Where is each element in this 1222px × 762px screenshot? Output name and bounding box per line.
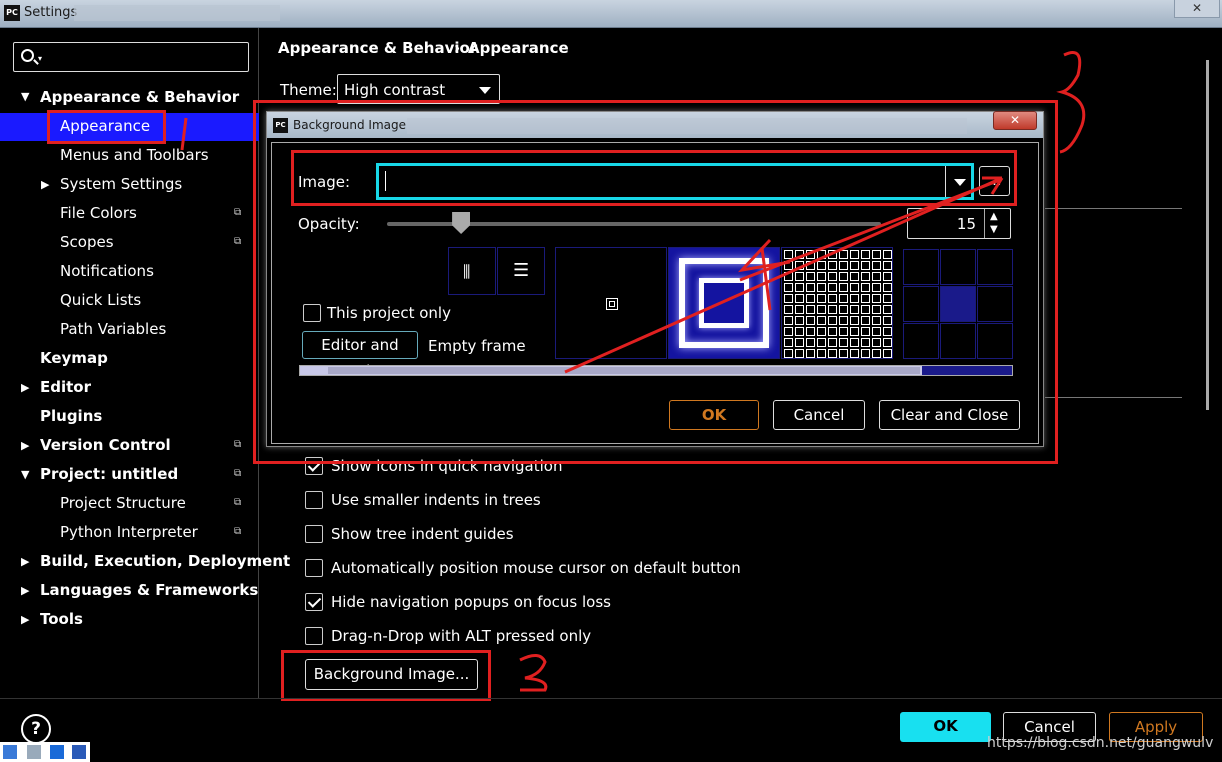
help-button[interactable]: ? bbox=[21, 714, 51, 744]
annotation-stroke bbox=[180, 117, 188, 151]
annotation-arrow-line bbox=[564, 176, 1003, 374]
keyboard-icon[interactable] bbox=[3, 745, 17, 759]
footer-divider bbox=[0, 698, 1222, 699]
annotation-arrow-line bbox=[739, 178, 1001, 282]
taskbar-strip bbox=[0, 742, 90, 762]
grid-icon[interactable] bbox=[72, 745, 86, 759]
annotation-overlay bbox=[180, 51, 1086, 692]
watermark-text: https://blog.csdn.net/guangwulv bbox=[987, 735, 1214, 751]
user-icon[interactable] bbox=[27, 745, 41, 759]
shirt-icon[interactable] bbox=[50, 745, 64, 759]
ok-button[interactable]: OK bbox=[900, 712, 991, 742]
annotation-stroke bbox=[519, 654, 548, 692]
annotation-stroke bbox=[1056, 51, 1086, 154]
